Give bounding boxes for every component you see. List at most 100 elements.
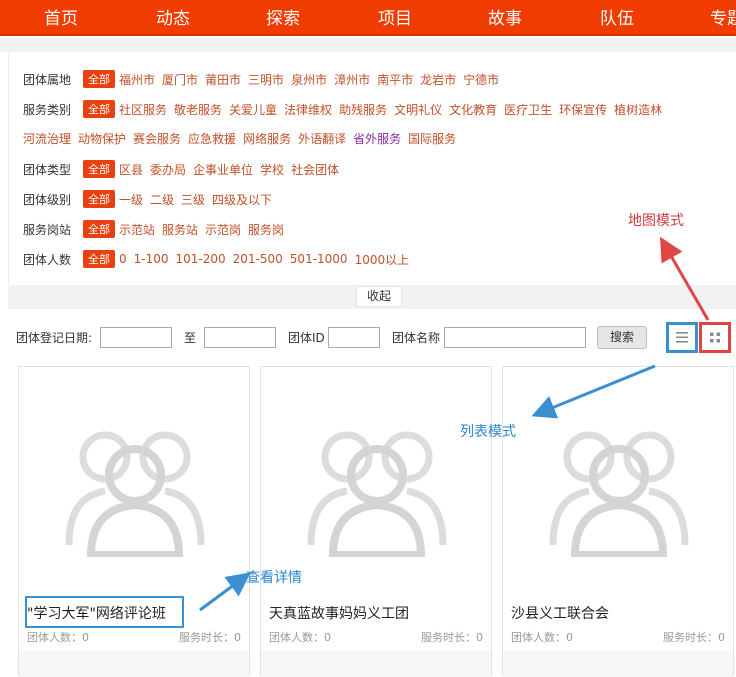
filter-label: 团体人数 [23, 252, 72, 267]
date-label: 团体登记日期: [16, 331, 93, 345]
date-end-input[interactable] [204, 327, 276, 348]
list-view-button[interactable] [666, 322, 698, 353]
team-id-label: 团体ID [288, 331, 325, 345]
top-nav: 首页 动态 探索 项目 故事 队伍 专题 [0, 0, 736, 36]
filter-all-chip[interactable]: 全部 [83, 70, 115, 88]
grid-icon [710, 332, 720, 343]
team-members: 团体人数：0 [27, 631, 89, 644]
team-title[interactable]: 天真蓝故事妈妈义工团 [269, 603, 409, 623]
nav-teams[interactable]: 队伍 [600, 4, 634, 29]
filter-option[interactable]: 宁德市 [463, 71, 499, 88]
filter-option[interactable]: 网络服务 [243, 130, 291, 147]
filter-option[interactable]: 三级 [181, 191, 205, 208]
filter-option[interactable]: 委办局 [150, 161, 186, 178]
team-members: 团体人数：0 [269, 631, 331, 644]
nav-projects[interactable]: 项目 [378, 4, 412, 29]
filter-option[interactable]: 应急救援 [188, 130, 236, 147]
nav-news[interactable]: 动态 [156, 4, 190, 29]
filter-all-chip[interactable]: 全部 [83, 160, 115, 178]
filter-all-chip[interactable]: 全部 [83, 250, 115, 268]
filter-option[interactable]: 福州市 [119, 71, 155, 88]
filter-option[interactable]: 201-500 [233, 252, 283, 266]
filter-option[interactable]: 莆田市 [205, 71, 241, 88]
card-footer [503, 651, 733, 677]
filter-option[interactable]: 关爱儿童 [229, 101, 277, 118]
filter-row-type: 团体类型 全部 区县 委办局 企事业单位 学校 社会团体 [23, 160, 346, 180]
filter-row-region: 团体属地 全部 福州市 厦门市 莆田市 三明市 泉州市 漳州市 南平市 龙岩市 宁德市 [23, 70, 506, 90]
filter-row-level: 团体级别 全部 一级 二级 三级 四级及以下 [23, 190, 279, 210]
filter-option[interactable]: 101-200 [176, 252, 226, 266]
filter-option[interactable]: 示范岗 [205, 221, 241, 238]
nav-explore[interactable]: 探索 [266, 4, 300, 29]
filter-label: 服务岗站 [23, 222, 72, 237]
filter-option[interactable]: 助残服务 [339, 101, 387, 118]
filter-option[interactable]: 企事业单位 [193, 161, 253, 178]
collapse-button[interactable]: 收起 [356, 286, 402, 307]
team-card[interactable]: 天真蓝故事妈妈义工团 团体人数：0 服务时长：0 [260, 366, 492, 677]
filter-option[interactable]: 三明市 [248, 71, 284, 88]
nav-home[interactable]: 首页 [44, 4, 78, 29]
filter-option[interactable]: 示范站 [119, 221, 155, 238]
filter-option[interactable]: 厦门市 [162, 71, 198, 88]
title-highlight-box [25, 596, 184, 628]
filter-option[interactable]: 服务站 [162, 221, 198, 238]
filter-option[interactable]: 国际服务 [408, 130, 456, 147]
filter-option[interactable]: 服务岗 [248, 221, 284, 238]
search-button[interactable]: 搜索 [597, 326, 647, 349]
list-icon [676, 332, 688, 343]
filter-option[interactable]: 社会团体 [291, 161, 339, 178]
team-id-input[interactable] [328, 327, 380, 348]
group-avatar-icon [65, 431, 205, 557]
filter-option[interactable]: 漳州市 [334, 71, 370, 88]
team-card[interactable]: "学习大军"网络评论班 团体人数：0 服务时长：0 [18, 366, 250, 677]
filter-label: 团体属地 [23, 72, 72, 87]
filter-option[interactable]: 二级 [150, 191, 174, 208]
filter-option[interactable]: 0 [119, 252, 127, 266]
team-title[interactable]: 沙县义工联合会 [511, 603, 609, 623]
filter-label: 服务类别 [23, 102, 72, 117]
filter-panel: 团体属地 全部 福州市 厦门市 莆田市 三明市 泉州市 漳州市 南平市 龙岩市 宁德市 服务类别 全部… [8, 52, 736, 285]
filter-option[interactable]: 河流治理 [23, 130, 71, 147]
filter-option[interactable]: 龙岩市 [420, 71, 456, 88]
filter-option[interactable]: 四级及以下 [212, 191, 272, 208]
filter-row-category: 服务类别 全部 社区服务 敬老服务 关爱儿童 法律维权 助残服务 文明礼仪 文化教育 医疗卫生 环保… [23, 100, 669, 120]
filter-option[interactable]: 文化教育 [449, 101, 497, 118]
team-service-hours: 服务时长：0 [179, 631, 241, 644]
filter-option[interactable]: 泉州市 [291, 71, 327, 88]
card-footer [19, 651, 249, 677]
filter-option[interactable]: 区县 [119, 161, 143, 178]
filter-option[interactable]: 学校 [260, 161, 284, 178]
date-to-label: 至 [184, 331, 197, 345]
filter-option[interactable]: 环保宣传 [559, 101, 607, 118]
filter-all-chip[interactable]: 全部 [83, 100, 115, 118]
map-mode-annotation: 地图模式 [628, 213, 684, 229]
filter-label: 团体类型 [23, 162, 72, 177]
filter-option[interactable]: 一级 [119, 191, 143, 208]
team-name-input[interactable] [444, 327, 586, 348]
filter-option[interactable]: 敬老服务 [174, 101, 222, 118]
filter-option[interactable]: 赛会服务 [133, 130, 181, 147]
filter-option[interactable]: 社区服务 [119, 101, 167, 118]
filter-option[interactable]: 1000以上 [355, 251, 410, 268]
filter-all-chip[interactable]: 全部 [83, 190, 115, 208]
filter-option[interactable]: 省外服务 [353, 130, 401, 147]
map-view-button[interactable] [699, 322, 731, 353]
team-members: 团体人数：0 [511, 631, 573, 644]
filter-option[interactable]: 医疗卫生 [504, 101, 552, 118]
nav-stories[interactable]: 故事 [488, 4, 522, 29]
filter-option[interactable]: 外语翻译 [298, 130, 346, 147]
team-service-hours: 服务时长：0 [663, 631, 725, 644]
filter-option[interactable]: 501-1000 [290, 252, 348, 266]
filter-all-chip[interactable]: 全部 [83, 220, 115, 238]
filter-option[interactable]: 动物保护 [78, 130, 126, 147]
date-start-input[interactable] [100, 327, 172, 348]
filter-row-station: 服务岗站 全部 示范站 服务站 示范岗 服务岗 [23, 220, 291, 240]
filter-option[interactable]: 法律维权 [284, 101, 332, 118]
team-name-label: 团体名称 [392, 331, 441, 345]
team-card[interactable]: 沙县义工联合会 团体人数：0 服务时长：0 [502, 366, 734, 677]
filter-option[interactable]: 南平市 [377, 71, 413, 88]
nav-topics[interactable]: 专题 [710, 4, 736, 29]
filter-option[interactable]: 文明礼仪 [394, 101, 442, 118]
filter-option[interactable]: 植树造林 [614, 101, 662, 118]
filter-option[interactable]: 1-100 [134, 252, 169, 266]
